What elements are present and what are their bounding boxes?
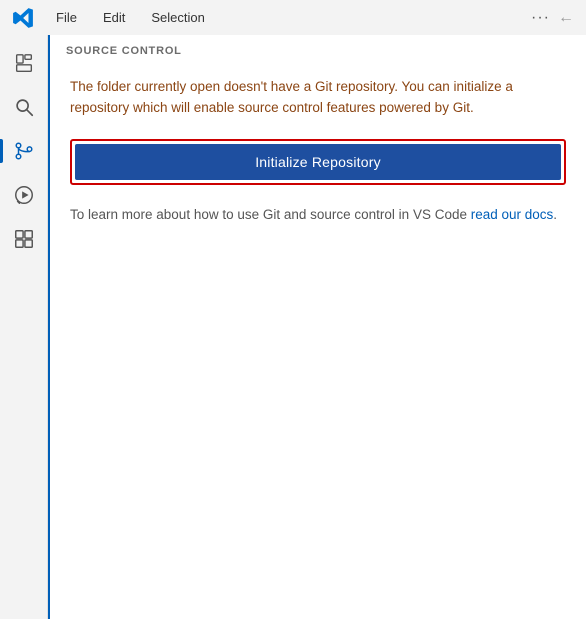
learn-text-before: To learn more about how to use Git and s… [70,207,471,222]
back-icon[interactable]: ← [558,9,574,27]
activity-item-run[interactable] [4,175,44,215]
menu-selection[interactable]: Selection [147,8,208,27]
learn-text: To learn more about how to use Git and s… [70,205,566,226]
activity-item-explorer[interactable] [4,43,44,83]
initialize-repository-button[interactable]: Initialize Repository [75,144,561,180]
activity-item-extensions[interactable] [4,219,44,259]
search-icon [12,95,36,119]
info-text: The folder currently open doesn't have a… [70,77,566,119]
vscode-logo [12,7,34,29]
titlebar-menu: File Edit Selection [52,8,513,27]
init-button-wrapper: Initialize Repository [70,139,566,185]
panel-content: The folder currently open doesn't have a… [50,65,586,619]
run-icon [12,183,36,207]
titlebar-actions: ··· ← [531,9,574,27]
panel-title: SOURCE CONTROL [50,35,586,65]
menu-file[interactable]: File [52,8,81,27]
titlebar: File Edit Selection ··· ← [0,0,586,35]
menu-edit[interactable]: Edit [99,8,129,27]
read-docs-link[interactable]: read our docs [471,207,554,222]
main-layout: SOURCE CONTROL The folder currently open… [0,35,586,619]
activity-item-search[interactable] [4,87,44,127]
extensions-icon [12,227,36,251]
source-control-icon [12,139,36,163]
more-actions-icon[interactable]: ··· [531,9,550,27]
activity-item-source-control[interactable] [4,131,44,171]
activity-bar [0,35,48,619]
learn-text-after: . [553,207,557,222]
explorer-icon [12,51,36,75]
source-control-panel: SOURCE CONTROL The folder currently open… [48,35,586,619]
